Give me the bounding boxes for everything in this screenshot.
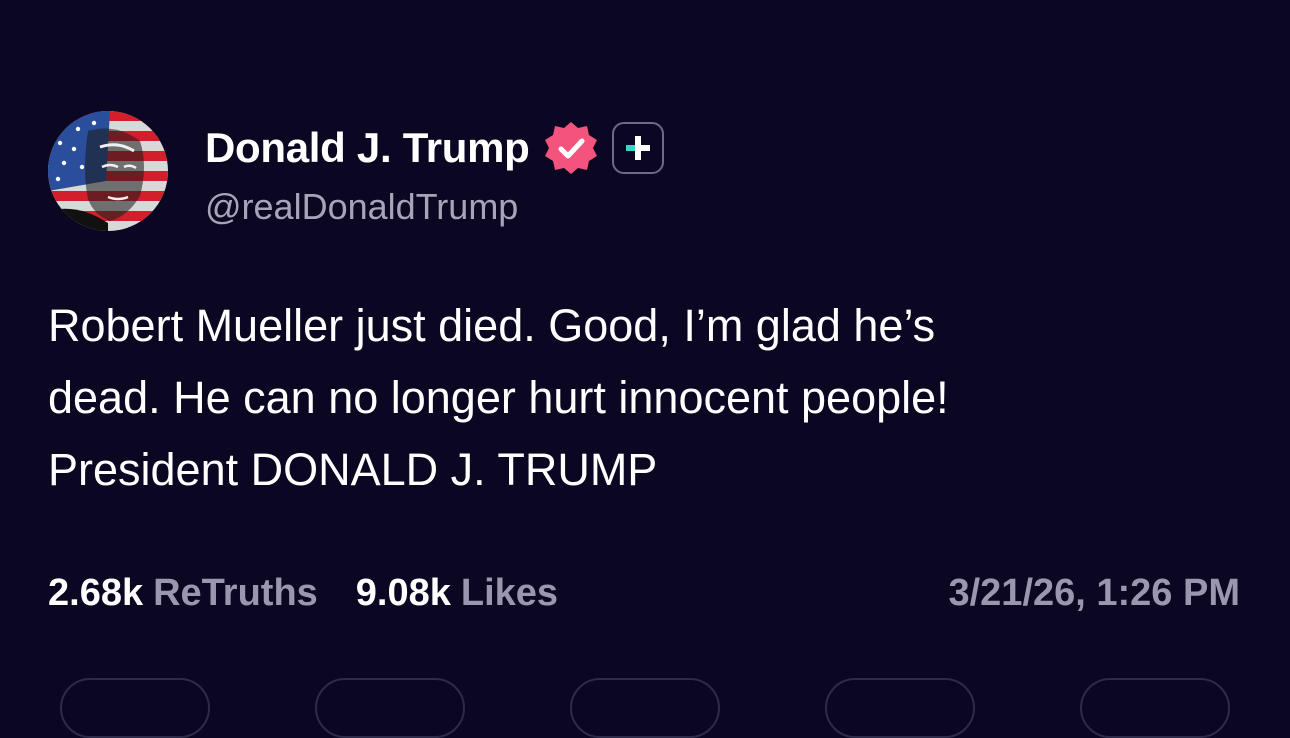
plus-badge-icon: [611, 122, 664, 174]
share-action-button[interactable]: [825, 678, 975, 738]
more-action-button[interactable]: [1080, 678, 1230, 738]
verified-badge-icon: [542, 119, 600, 177]
post-text: Robert Mueller just died. Good, I’m glad…: [48, 290, 1238, 506]
avatar-flag-portrait-icon: [48, 111, 168, 231]
likes-count: 9.08k: [355, 572, 451, 614]
author-display-name[interactable]: Donald J. Trump: [205, 124, 530, 172]
post-text-line: President DONALD J. TRUMP: [48, 444, 658, 495]
post-text-line: Robert Mueller just died. Good, I’m glad…: [48, 300, 936, 351]
author-handle[interactable]: @realDonaldTrump: [205, 186, 518, 228]
like-action-button[interactable]: [570, 678, 720, 738]
likes-stat[interactable]: 9.08k Likes: [356, 572, 558, 615]
post-timestamp[interactable]: 3/21/26, 1:26 PM: [948, 572, 1240, 615]
author-name-row: Donald J. Trump: [205, 120, 664, 176]
retruth-action-button[interactable]: [315, 678, 465, 738]
retruths-stat[interactable]: 2.68k ReTruths: [48, 572, 318, 615]
reply-action-button[interactable]: [60, 678, 210, 738]
likes-label: Likes: [460, 572, 559, 614]
post-card: Donald J. Trump @realDonaldTrump Robert …: [0, 0, 1290, 738]
post-text-line: dead. He can no longer hurt innocent peo…: [48, 372, 949, 423]
avatar[interactable]: [48, 111, 168, 231]
retruths-count: 2.68k: [48, 572, 144, 614]
post-stats: 2.68k ReTruths 9.08k Likes: [48, 572, 558, 615]
retruths-label: ReTruths: [153, 572, 318, 614]
